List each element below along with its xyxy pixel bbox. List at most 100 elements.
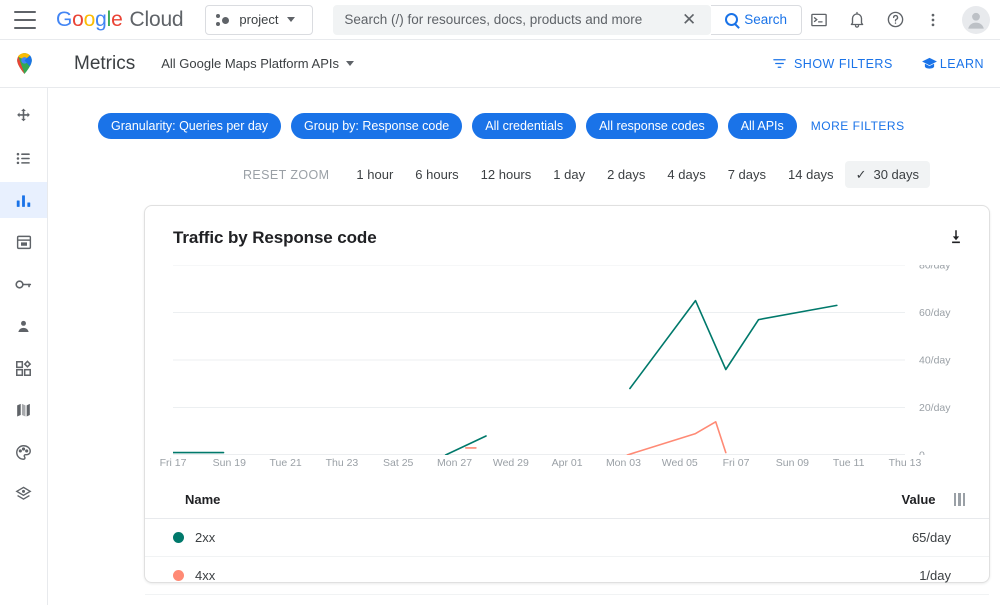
column-header-name: Name xyxy=(185,492,902,507)
time-range-6-hours[interactable]: 6 hours xyxy=(404,161,469,188)
top-icon-group xyxy=(802,3,990,37)
chart-y-tick-label: 0 xyxy=(919,450,925,456)
terminal-icon[interactable] xyxy=(802,3,836,37)
sidebar-item-metrics[interactable] xyxy=(0,182,47,218)
learn-label: LEARN xyxy=(940,57,984,71)
time-range-4-days[interactable]: 4 days xyxy=(656,161,716,188)
logo-letter: g xyxy=(95,8,106,32)
show-filters-button[interactable]: SHOW FILTERS xyxy=(772,56,893,71)
google-maps-platform-logo xyxy=(0,51,48,76)
google-cloud-logo[interactable]: Google Cloud xyxy=(56,8,183,32)
time-range-1-hour[interactable]: 1 hour xyxy=(345,161,404,188)
filter-icon xyxy=(772,56,787,71)
chart-x-axis-label: Mon 27 xyxy=(437,457,472,469)
time-range-30-days-label: 30 days xyxy=(873,167,919,182)
search-button[interactable]: Search xyxy=(711,5,802,35)
chart-x-axis-label: Fri 17 xyxy=(160,457,187,469)
chip-credentials[interactable]: All credentials xyxy=(472,113,576,139)
map-icon xyxy=(14,401,33,420)
chart-y-tick-label: 60/day xyxy=(919,307,951,319)
check-icon: ✓ xyxy=(856,168,867,181)
chart-series-line-2xx xyxy=(446,436,486,455)
project-selector[interactable]: project xyxy=(205,5,313,35)
chart-x-axis-label: Tue 21 xyxy=(269,457,301,469)
project-selector-label: project xyxy=(239,12,278,27)
column-header-value: Value xyxy=(902,492,936,507)
sidebar-item-overview[interactable] xyxy=(0,98,47,134)
table-row[interactable]: 4xx1/day xyxy=(145,557,989,595)
chart-series-line-4xx xyxy=(627,422,726,455)
chevron-down-icon xyxy=(346,61,354,66)
sidebar-item-apis[interactable] xyxy=(0,140,47,176)
download-icon[interactable] xyxy=(947,228,965,251)
page-title: Metrics xyxy=(74,53,135,75)
hamburger-menu-icon[interactable] xyxy=(14,11,36,29)
series-value-cell: 65/day xyxy=(912,530,951,545)
chart-x-axis-label: Wed 05 xyxy=(662,457,698,469)
time-range-selector: RESET ZOOM 1 hour 6 hours 12 hours 1 day… xyxy=(48,139,1000,188)
search-input[interactable] xyxy=(344,12,678,27)
search-icon xyxy=(725,13,738,26)
top-header-bar: Google Cloud project ✕ Search xyxy=(0,0,1000,40)
main-content: Granularity: Queries per day Group by: R… xyxy=(48,88,1000,605)
sidebar-item-map-styles[interactable] xyxy=(0,434,47,470)
list-icon xyxy=(14,149,33,168)
chip-group-by[interactable]: Group by: Response code xyxy=(291,113,462,139)
learn-button[interactable]: LEARN xyxy=(921,55,984,72)
more-vert-icon[interactable] xyxy=(916,3,950,37)
sidebar-item-oauth-consent[interactable] xyxy=(0,308,47,344)
time-range-12-hours[interactable]: 12 hours xyxy=(470,161,543,188)
table-row[interactable]: 2xx65/day xyxy=(145,519,989,557)
columns-icon[interactable] xyxy=(954,493,966,506)
chart-y-tick-label: 40/day xyxy=(919,355,951,367)
sidebar-item-datasets[interactable] xyxy=(0,476,47,512)
series-color-swatch xyxy=(173,532,184,543)
left-rail-navigation xyxy=(0,88,48,605)
time-range-2-days[interactable]: 2 days xyxy=(596,161,656,188)
chart-x-axis-label: Thu 13 xyxy=(889,457,922,469)
grid-shapes-icon xyxy=(14,359,33,378)
chip-apis[interactable]: All APIs xyxy=(728,113,797,139)
filter-chip-row: Granularity: Queries per day Group by: R… xyxy=(48,88,1000,139)
series-color-swatch xyxy=(173,570,184,581)
palette-icon xyxy=(14,443,33,462)
reset-zoom-button[interactable]: RESET ZOOM xyxy=(243,168,329,182)
chart-card-header: Traffic by Response code xyxy=(145,206,989,251)
sidebar-item-credentials[interactable] xyxy=(0,266,47,302)
sidebar-item-map-management[interactable] xyxy=(0,392,47,428)
chart-svg[interactable]: 020/day40/day60/day80/day xyxy=(173,265,961,455)
series-name-cell: 2xx xyxy=(195,530,912,545)
help-icon[interactable] xyxy=(878,3,912,37)
bar-chart-icon xyxy=(14,191,33,210)
avatar[interactable] xyxy=(962,6,990,34)
bell-icon[interactable] xyxy=(840,3,874,37)
chart-x-axis-label: Apr 01 xyxy=(552,457,583,469)
search-box[interactable]: ✕ xyxy=(333,5,711,35)
time-range-7-days[interactable]: 7 days xyxy=(717,161,777,188)
logo-letter: o xyxy=(84,8,95,32)
graduation-cap-icon xyxy=(921,55,938,72)
chart-x-axis-label: Sun 09 xyxy=(776,457,809,469)
chart-x-axis-label: Sat 25 xyxy=(383,457,413,469)
api-selector-dropdown[interactable]: All Google Maps Platform APIs xyxy=(161,56,354,71)
page-body: Granularity: Queries per day Group by: R… xyxy=(0,88,1000,605)
more-filters-button[interactable]: MORE FILTERS xyxy=(811,119,905,133)
legend-table: Name Value 2xx65/day4xx1/day xyxy=(145,481,989,595)
close-icon[interactable]: ✕ xyxy=(678,11,700,28)
person-icon xyxy=(14,317,33,336)
sidebar-item-quotas[interactable] xyxy=(0,350,47,386)
chart-y-tick-label: 80/day xyxy=(919,265,951,272)
header-actions: SHOW FILTERS LEARN xyxy=(772,55,984,72)
chart-x-axis-label: Wed 29 xyxy=(493,457,529,469)
key-icon xyxy=(14,275,33,294)
chip-response-codes[interactable]: All response codes xyxy=(586,113,718,139)
time-range-30-days[interactable]: ✓ 30 days xyxy=(845,161,930,188)
chart-x-axis-labels: Fri 17Sun 19Tue 21Thu 23Sat 25Mon 27Wed … xyxy=(173,457,959,475)
traffic-chart-card: Traffic by Response code 020/day40/day60… xyxy=(144,205,990,583)
chip-granularity[interactable]: Granularity: Queries per day xyxy=(98,113,281,139)
chart-series-line-2xx xyxy=(630,301,837,389)
time-range-1-day[interactable]: 1 day xyxy=(542,161,596,188)
sidebar-item-reporting[interactable] xyxy=(0,224,47,260)
logo-letter: o xyxy=(72,8,83,32)
time-range-14-days[interactable]: 14 days xyxy=(777,161,845,188)
